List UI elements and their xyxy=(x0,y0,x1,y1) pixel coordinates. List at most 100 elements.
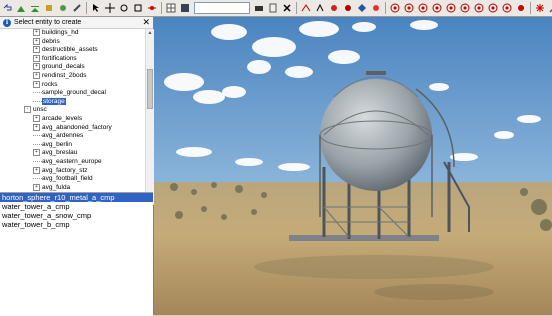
gizmo-icon-1[interactable] xyxy=(389,2,401,14)
tree-item-label: destructible_assets xyxy=(42,46,98,54)
tree-item-label: avg_berlin xyxy=(42,140,72,148)
expand-icon[interactable]: + xyxy=(33,183,40,191)
camera-icon[interactable] xyxy=(253,2,265,14)
tool-icon-b[interactable] xyxy=(314,2,326,14)
tree-item[interactable]: sample_ground_decal xyxy=(0,89,144,98)
ground-shadow xyxy=(254,255,494,279)
smooth-icon[interactable] xyxy=(57,2,69,14)
tree-item-label: avg_abandoned_factory xyxy=(42,123,112,131)
result-item[interactable]: water_tower_a_snow_cmp xyxy=(0,211,153,220)
toolbar-separator xyxy=(530,2,531,14)
tool-icon-d[interactable] xyxy=(342,2,354,14)
tree-item[interactable]: - unsc xyxy=(0,106,144,115)
panel-header: i Select entity to create ✕ xyxy=(0,17,153,29)
info-icon: i xyxy=(3,18,11,27)
tree-item[interactable]: + avg_factory_stz xyxy=(0,166,144,176)
gizmo-icon-8[interactable] xyxy=(487,2,499,14)
expand-icon[interactable]: + xyxy=(33,71,40,79)
expand-icon[interactable]: + xyxy=(33,54,40,62)
terrain-raise-icon[interactable] xyxy=(15,2,27,14)
tool-icon-f[interactable] xyxy=(370,2,382,14)
result-item[interactable]: water_tower_b_cmp xyxy=(0,220,153,229)
tree-connector xyxy=(33,134,42,136)
tree-item[interactable]: avg_football_field xyxy=(0,175,144,184)
gizmo-icon-10[interactable] xyxy=(515,2,527,14)
tree-item[interactable]: + rendinst_2bods xyxy=(0,71,144,81)
panel-close-icon[interactable]: ✕ xyxy=(142,17,150,28)
tree-item[interactable]: + debris xyxy=(0,37,144,47)
save-icon[interactable] xyxy=(179,2,191,14)
tree-item[interactable]: + ground_decals xyxy=(0,63,144,72)
entity-tree: + buildings_hd + debris + destructible_assets… xyxy=(0,29,144,205)
ground xyxy=(154,182,552,315)
tool-icon-c[interactable] xyxy=(328,2,340,14)
gizmo-icon-5[interactable] xyxy=(445,2,457,14)
tree-item-label: storage xyxy=(42,97,66,105)
snap-icon[interactable] xyxy=(146,2,158,14)
tool-icon-e[interactable] xyxy=(356,2,368,14)
expand-icon[interactable]: + xyxy=(33,46,40,54)
expand-icon[interactable]: + xyxy=(33,37,40,45)
scale-icon[interactable] xyxy=(132,2,144,14)
tree-connector xyxy=(33,160,42,162)
expand-icon[interactable]: + xyxy=(33,63,40,71)
tree-item[interactable]: + buildings_hd xyxy=(0,29,144,38)
search-input[interactable] xyxy=(194,2,250,14)
tree-item[interactable]: + avg_abandoned_factory xyxy=(0,123,144,133)
wand-icon[interactable] xyxy=(548,2,552,14)
tree-item[interactable]: storage xyxy=(0,97,144,107)
toolbar-separator xyxy=(161,2,162,14)
gizmo-icon-7[interactable] xyxy=(473,2,485,14)
move-icon[interactable] xyxy=(104,2,116,14)
expand-icon[interactable]: + xyxy=(33,80,40,88)
expand-icon[interactable]: + xyxy=(33,114,40,122)
scroll-up-icon[interactable]: ▲ xyxy=(146,29,154,37)
gizmo-icon-4[interactable] xyxy=(431,2,443,14)
rotate-icon[interactable] xyxy=(118,2,130,14)
scene-render xyxy=(154,17,552,315)
gizmo-icon-2[interactable] xyxy=(403,2,415,14)
brush-icon[interactable] xyxy=(71,2,83,14)
tree-item-label: avg_breslau xyxy=(42,149,78,157)
scrollbar-thumb[interactable] xyxy=(147,69,153,109)
toolbar-separator xyxy=(296,2,297,14)
3d-viewport[interactable] xyxy=(154,17,552,315)
panel-title: Select entity to create xyxy=(14,19,82,26)
tree-scrollbar[interactable]: ▲ xyxy=(145,29,154,205)
entity-panel: i Select entity to create ✕ + buildings_h… xyxy=(0,17,154,316)
paste-icon[interactable] xyxy=(267,2,279,14)
gizmo-icon-9[interactable] xyxy=(501,2,513,14)
grid-icon[interactable] xyxy=(165,2,177,14)
result-item[interactable]: horton_sphere_r10_metal_a_cmp xyxy=(0,193,153,202)
tree-item-label: arcade_levels xyxy=(42,115,83,123)
results-list: horton_sphere_r10_metal_a_cmp water_tower… xyxy=(0,192,153,316)
tree-item[interactable]: + fortifications xyxy=(0,54,144,64)
main-toolbar xyxy=(0,0,552,17)
tree-item[interactable]: + arcade_levels xyxy=(0,114,144,124)
expand-icon[interactable]: + xyxy=(33,166,40,174)
select-arrow-icon[interactable] xyxy=(90,2,102,14)
result-item[interactable]: water_tower_a_cmp xyxy=(0,202,153,211)
tool-icon-a[interactable] xyxy=(300,2,312,14)
tree-item[interactable]: + avg_breslau xyxy=(0,149,144,158)
collapse-icon[interactable]: - xyxy=(24,106,31,114)
tree-item-label: avg_ardennes xyxy=(42,132,84,140)
close-icon[interactable] xyxy=(281,2,293,14)
tree-item[interactable]: + avg_fulda xyxy=(0,183,144,193)
expand-icon[interactable]: + xyxy=(33,149,40,157)
paint-icon[interactable] xyxy=(43,2,55,14)
tree-connector xyxy=(33,100,42,102)
expand-icon[interactable]: + xyxy=(33,123,40,131)
tree-item[interactable]: avg_eastern_europe xyxy=(0,158,144,167)
gizmo-icon-3[interactable] xyxy=(417,2,429,14)
expand-icon[interactable]: + xyxy=(33,29,40,36)
tree-item[interactable]: avg_berlin xyxy=(0,141,144,150)
light-icon[interactable] xyxy=(534,2,546,14)
tree-item[interactable]: avg_ardennes xyxy=(0,132,144,141)
tree-item-label: sample_ground_decal xyxy=(42,89,106,97)
gizmo-icon-6[interactable] xyxy=(459,2,471,14)
undo-icon[interactable] xyxy=(1,2,13,14)
terrain-lower-icon[interactable] xyxy=(29,2,41,14)
tree-item[interactable]: + rocks xyxy=(0,80,144,90)
tree-item[interactable]: + destructible_assets xyxy=(0,46,144,55)
